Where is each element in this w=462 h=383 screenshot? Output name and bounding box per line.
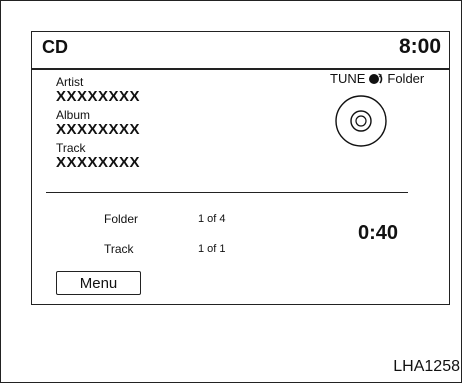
tune-label: TUNE xyxy=(330,71,366,86)
tune-action-label: Folder xyxy=(387,71,425,86)
tune-folder-hint: TUNE Folder xyxy=(330,71,424,86)
cd-disc-icon xyxy=(334,94,388,153)
section-divider xyxy=(46,192,408,193)
screen-header: CD 8:00 xyxy=(32,32,449,70)
clock: 8:00 xyxy=(398,35,441,58)
artist-value: XXXXXXXX xyxy=(56,88,141,105)
folder-row-label: Folder xyxy=(104,212,139,226)
track-row-label: Track xyxy=(104,242,134,256)
audio-screen: CD 8:00 Artist XXXXXXXX Album XXXXXXXX T… xyxy=(31,31,450,305)
track-info: Artist XXXXXXXX Album XXXXXXXX Track XXX… xyxy=(56,76,140,175)
menu-button[interactable]: Menu xyxy=(56,271,141,295)
tune-knob-icon xyxy=(367,72,385,86)
track-value: XXXXXXXX xyxy=(56,154,141,171)
album-value: XXXXXXXX xyxy=(56,121,141,138)
folder-row-value: 1 of 4 xyxy=(198,213,226,225)
track-row-value: 1 of 1 xyxy=(198,243,226,255)
elapsed-time: 0:40 xyxy=(358,222,399,244)
source-label: CD xyxy=(42,37,68,57)
figure-code: LHA1258 xyxy=(393,358,460,375)
